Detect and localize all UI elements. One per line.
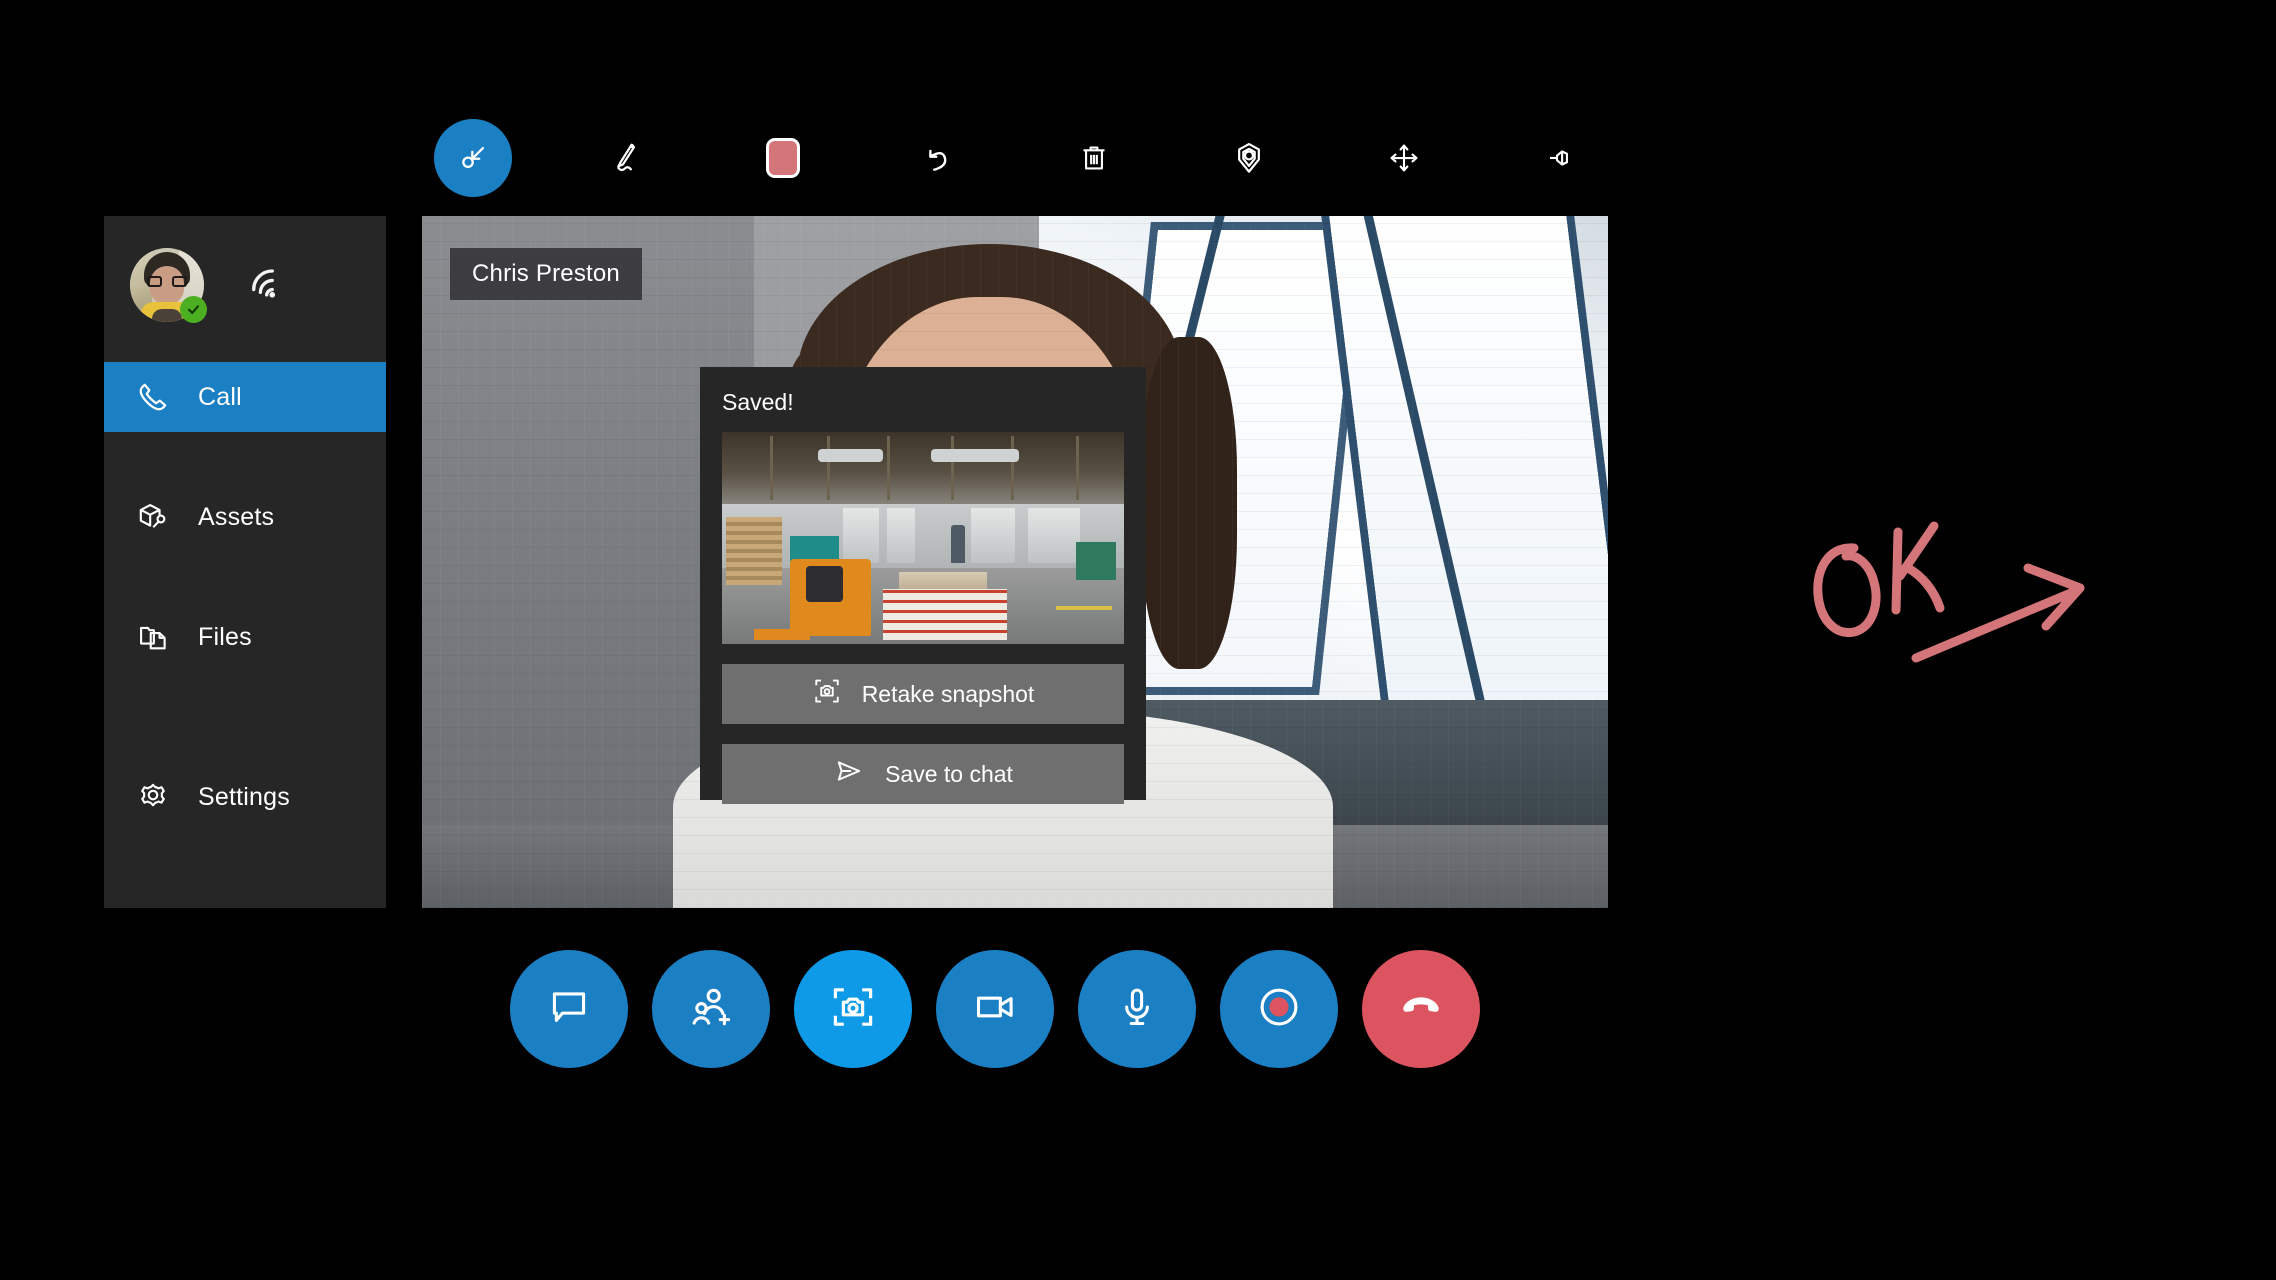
participant-name-tag: Chris Preston — [450, 248, 642, 300]
call-controls-bar — [510, 944, 1510, 1074]
ink-letter-k-stem — [1891, 527, 1903, 615]
save-to-chat-label: Save to chat — [885, 760, 1013, 787]
trash-icon — [1077, 141, 1111, 175]
annotation-toolbar — [424, 118, 1608, 198]
video-stage[interactable]: Chris Preston Saved! Retake snapshot Sav… — [422, 216, 1608, 908]
sidebar-item-settings[interactable]: Settings — [104, 762, 386, 832]
undo-tool[interactable] — [899, 119, 977, 197]
paper-plane-icon — [833, 755, 865, 793]
ink-letter-k-upper — [1895, 521, 1939, 581]
sidebar-item-label: Call — [198, 382, 242, 411]
camera-button[interactable] — [936, 950, 1054, 1068]
camera-frame-icon — [829, 983, 877, 1036]
undo-arrow-icon — [919, 139, 957, 177]
select-tool[interactable] — [434, 119, 512, 197]
profile-row — [130, 248, 290, 323]
avatar[interactable] — [130, 248, 207, 323]
video-camera-icon — [972, 984, 1018, 1035]
end-call-button[interactable] — [1362, 950, 1480, 1068]
ink-letter-k-lower — [1903, 563, 1945, 613]
move-tool[interactable] — [1365, 119, 1443, 197]
gear-icon — [134, 778, 172, 816]
color-swatch[interactable] — [744, 119, 822, 197]
ink-arrow-shaft — [1911, 585, 2083, 663]
move-arrows-icon — [1387, 141, 1421, 175]
sidebar-item-label: Files — [198, 622, 252, 651]
assets-icon — [134, 498, 172, 536]
status-badge — [180, 296, 207, 323]
snapshot-status-label: Saved! — [722, 389, 794, 415]
files-icon — [134, 618, 172, 656]
retake-snapshot-label: Retake snapshot — [861, 680, 1035, 707]
record-button[interactable] — [1220, 950, 1338, 1068]
microphone-icon — [1114, 984, 1160, 1035]
pen-icon — [610, 140, 646, 176]
sidebar-item-assets[interactable]: Assets — [104, 482, 386, 552]
sidebar-item-call[interactable]: Call — [104, 362, 386, 432]
app-root: Call Assets Files Settings Chris Preston… — [0, 0, 2276, 1280]
camera-frame-icon — [812, 676, 842, 712]
participant-name: Chris Preston — [472, 260, 620, 287]
add-person-icon — [688, 984, 734, 1035]
ink-annotation — [1770, 500, 2090, 700]
chat-button[interactable] — [510, 950, 628, 1068]
save-to-chat-button[interactable]: Save to chat — [722, 744, 1124, 804]
snapshot-thumbnail[interactable] — [722, 432, 1124, 644]
pen-tool[interactable] — [589, 119, 667, 197]
ink-letter-o — [1813, 543, 1881, 638]
microphone-button[interactable] — [1078, 950, 1196, 1068]
anchor-tool[interactable] — [1210, 119, 1288, 197]
chat-bubble-icon — [546, 984, 592, 1035]
ink-arrow-head — [2023, 563, 2085, 631]
sidebar: Call Assets Files Settings — [104, 216, 386, 908]
snapshot-panel: Saved! Retake snapshot Save to chat — [700, 367, 1146, 804]
sidebar-item-files[interactable]: Files — [104, 602, 386, 672]
sidebar-item-label: Settings — [198, 782, 290, 811]
delete-tool[interactable] — [1055, 119, 1133, 197]
color-swatch-icon — [766, 138, 801, 178]
snapshot-button[interactable] — [794, 950, 912, 1068]
app-window: Call Assets Files Settings Chris Preston… — [104, 216, 1608, 908]
add-participant-button[interactable] — [652, 950, 770, 1068]
cursor-select-icon — [456, 141, 490, 175]
sidebar-item-label: Assets — [198, 502, 275, 531]
hangup-phone-icon — [1397, 983, 1445, 1036]
pin-tool[interactable] — [1520, 119, 1598, 197]
pushpin-icon — [1542, 141, 1576, 175]
location-marker-icon — [1230, 139, 1268, 177]
signal-strength-icon — [244, 264, 290, 306]
phone-icon — [134, 378, 172, 416]
retake-snapshot-button[interactable]: Retake snapshot — [722, 664, 1124, 724]
sidebar-nav: Call Assets Files Settings — [104, 362, 386, 832]
record-icon — [1254, 982, 1304, 1037]
